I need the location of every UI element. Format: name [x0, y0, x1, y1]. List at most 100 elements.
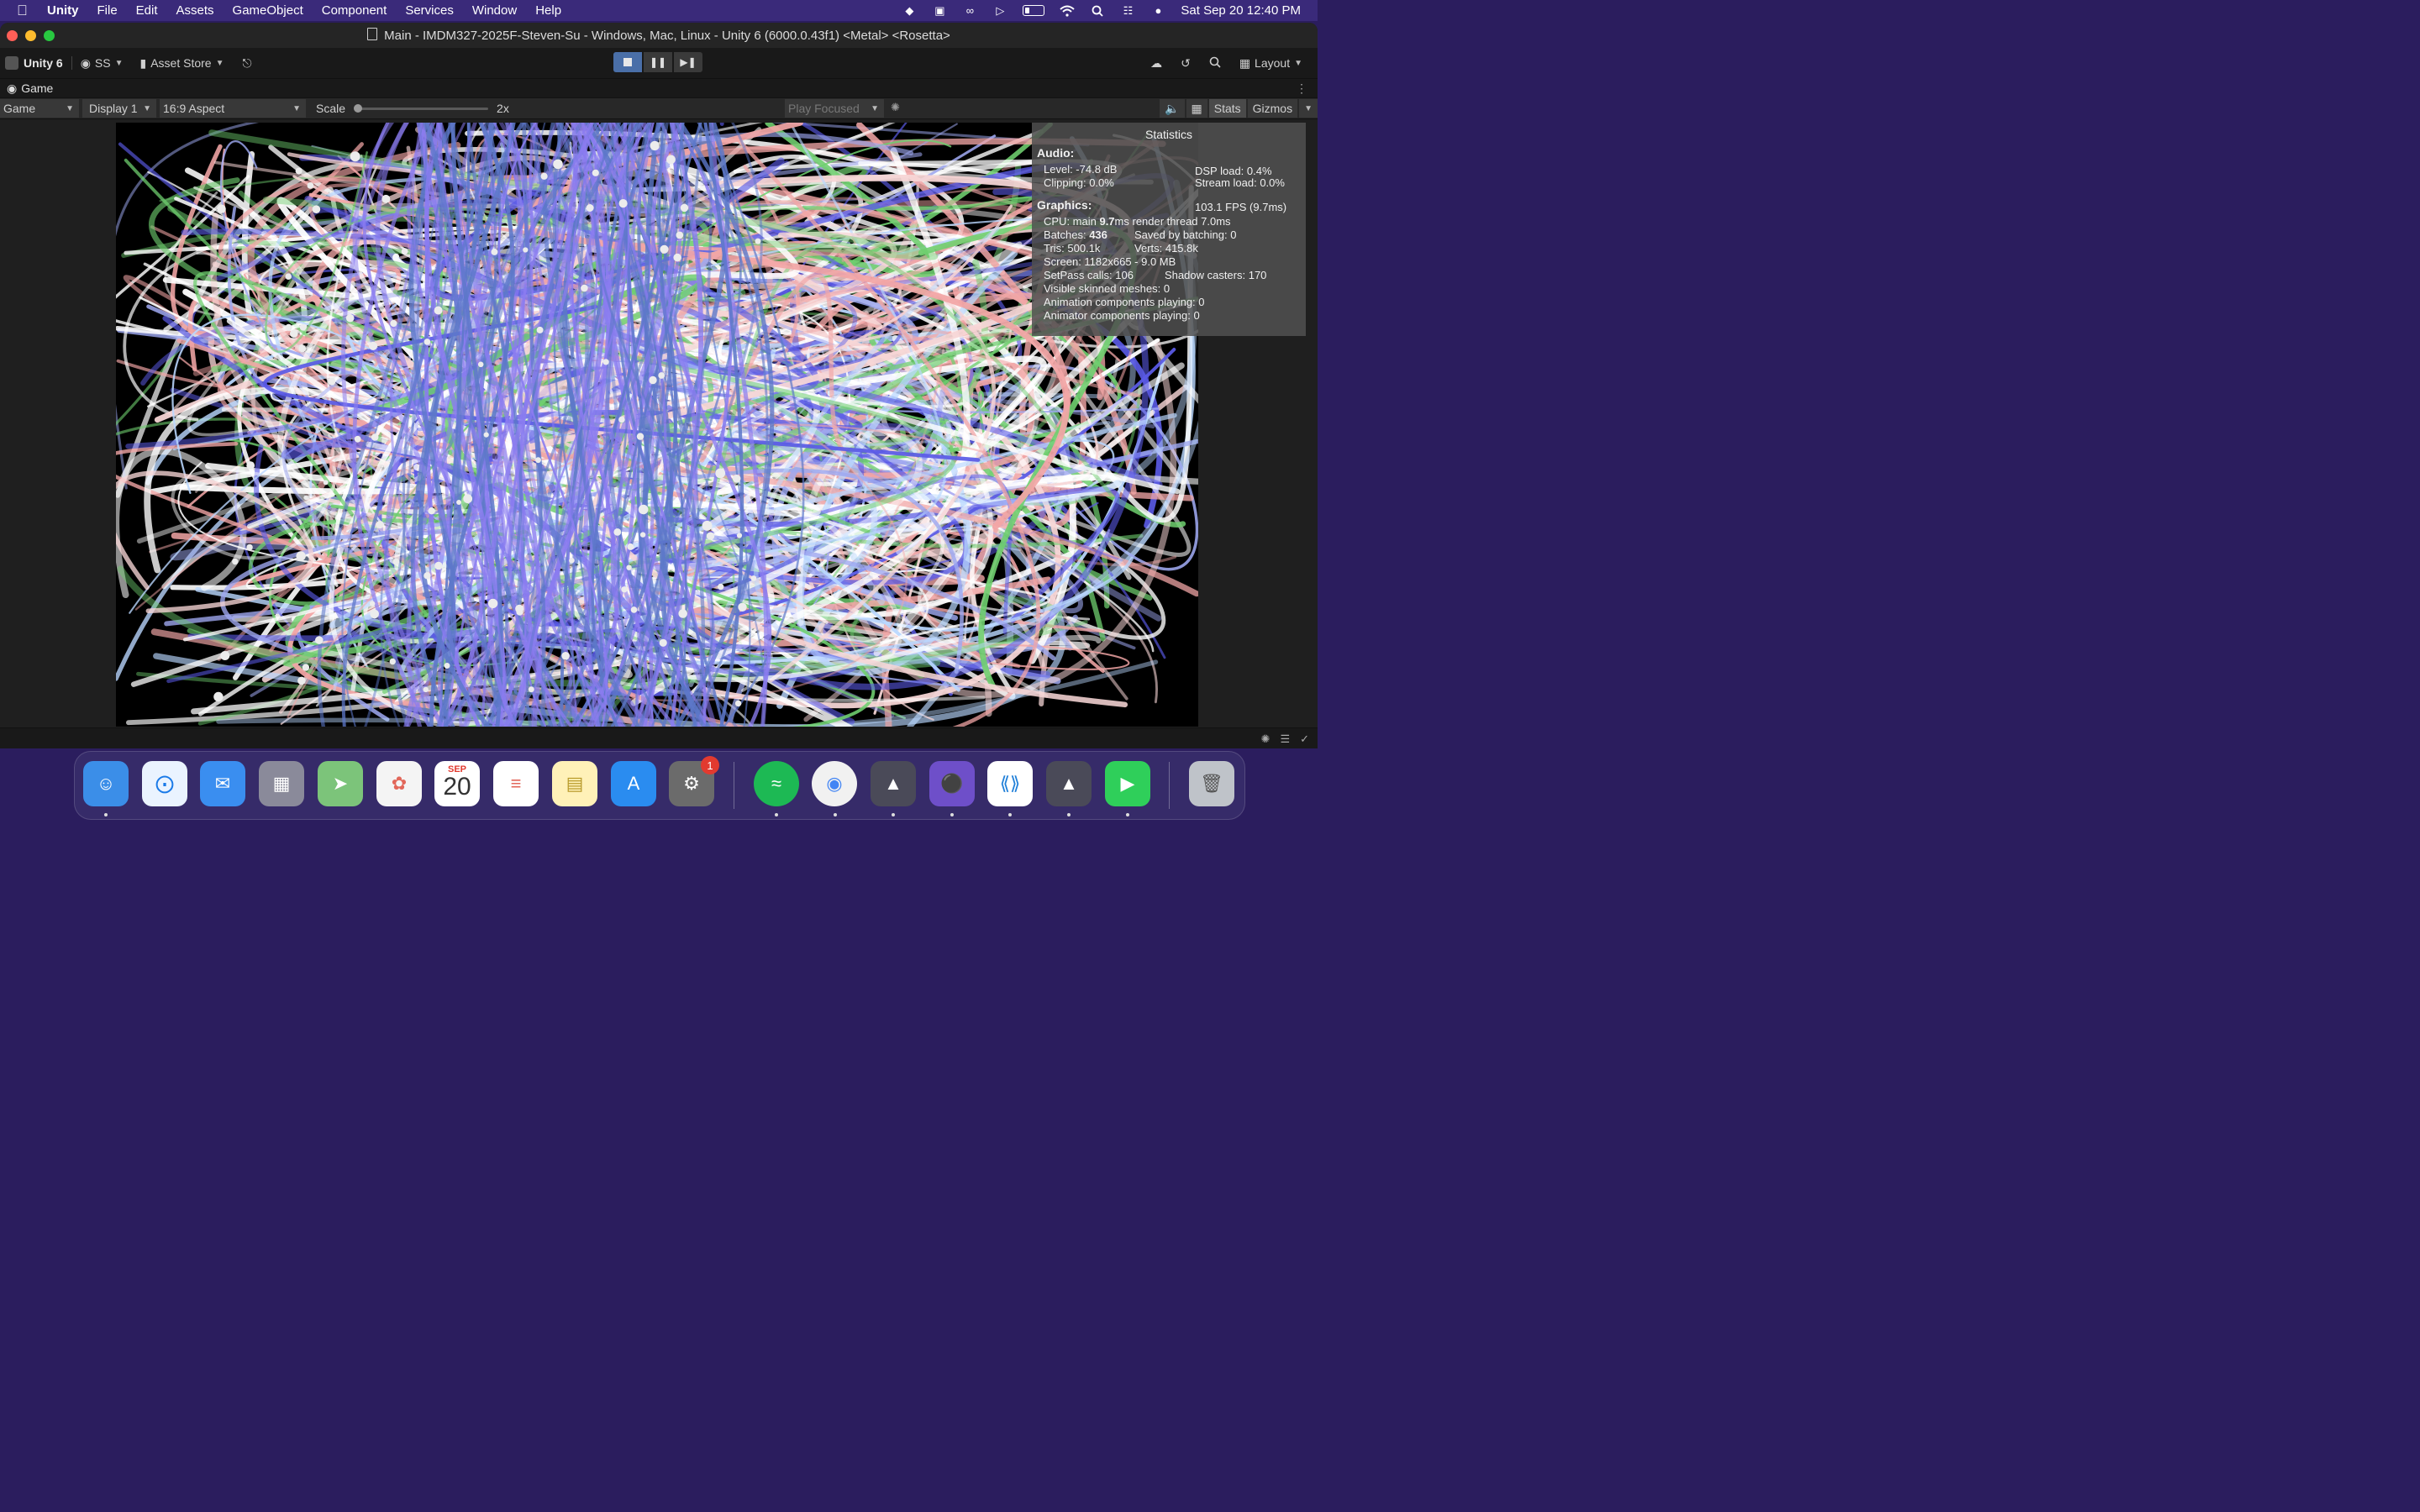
- stop-button[interactable]: [613, 52, 642, 72]
- batches-prefix: Batches:: [1044, 228, 1090, 241]
- step-button[interactable]: ▶❚: [674, 52, 702, 72]
- menu-help[interactable]: Help: [535, 3, 561, 18]
- grid-icon[interactable]: ▦: [1186, 99, 1207, 118]
- vscode-icon[interactable]: ⟪⟫: [987, 761, 1033, 806]
- safari-icon[interactable]: ⨀: [142, 761, 187, 806]
- more-options-icon[interactable]: ⋮: [1296, 81, 1307, 96]
- trash-icon[interactable]: 🗑: [1189, 761, 1234, 806]
- screen-tray-icon[interactable]: ▣: [932, 4, 947, 17]
- cloud-icon[interactable]: ☁: [1150, 56, 1162, 71]
- scale-slider-handle[interactable]: [354, 103, 363, 113]
- debug-mode-icon[interactable]: ✺: [1261, 732, 1270, 746]
- account-dropdown[interactable]: ◉ SS ▼: [81, 56, 124, 71]
- menu-app-name[interactable]: Unity: [47, 3, 79, 18]
- mute-audio-icon[interactable]: 🔈: [1160, 99, 1185, 118]
- display-select-value: Display 1: [89, 102, 138, 115]
- chevron-down-icon: ▼: [114, 58, 124, 68]
- aspect-select[interactable]: 16:9 Aspect ▼: [160, 99, 306, 118]
- dock-divider: [1169, 762, 1170, 809]
- chevron-down-icon: ▼: [1304, 103, 1313, 113]
- stats-button[interactable]: Stats: [1208, 99, 1246, 118]
- layout-dropdown[interactable]: ▦ Layout ▼: [1239, 56, 1302, 71]
- battery-icon[interactable]: [1023, 5, 1045, 16]
- apple-menu-icon[interactable]: : [17, 3, 32, 19]
- app-store-icon[interactable]: A: [611, 761, 656, 806]
- unity-version-badge[interactable]: Unity 6: [5, 56, 63, 70]
- spotify-icon[interactable]: ≈: [754, 761, 799, 806]
- facetime-icon[interactable]: ▶: [1105, 761, 1150, 806]
- menu-edit[interactable]: Edit: [136, 3, 158, 18]
- notes-icon[interactable]: ▤: [552, 761, 597, 806]
- system-settings-icon[interactable]: ⚙ 1: [669, 756, 719, 806]
- unity-version-label: Unity 6: [24, 56, 63, 70]
- search-icon[interactable]: [1090, 5, 1105, 17]
- scale-slider[interactable]: [354, 103, 489, 113]
- photos-icon[interactable]: ✿: [376, 761, 422, 806]
- layout-icon: ▦: [1239, 55, 1251, 70]
- wifi-icon[interactable]: [1060, 5, 1076, 17]
- minimize-window-button[interactable]: [25, 30, 36, 41]
- macos-menubar:  Unity File Edit Assets GameObject Comp…: [0, 0, 1318, 21]
- screen-info: Screen: 1182x665 - 9.0 MB: [1044, 255, 1176, 268]
- animator-components: Animator components playing: 0: [1044, 309, 1200, 322]
- calendar-day: 20: [443, 773, 471, 801]
- chrome-icon[interactable]: ◉: [812, 761, 857, 806]
- running-indicator: [775, 813, 778, 816]
- launchpad-icon[interactable]: ▦: [259, 761, 304, 806]
- version-control-icon[interactable]: ⎋: [243, 56, 252, 71]
- play-focused-select[interactable]: Play Focused ▼: [785, 99, 884, 118]
- scale-label: Scale: [316, 102, 346, 115]
- display-select[interactable]: Display 1 ▼: [82, 99, 156, 118]
- menu-assets[interactable]: Assets: [176, 3, 214, 18]
- search-icon[interactable]: [1209, 56, 1221, 71]
- menu-services[interactable]: Services: [405, 3, 454, 18]
- check-circle-icon[interactable]: ✓: [1300, 732, 1309, 746]
- document-icon: [367, 28, 378, 40]
- unity-hub-icon[interactable]: ▲: [871, 761, 916, 806]
- asset-store-dropdown[interactable]: ▮ Asset Store ▼: [140, 56, 224, 71]
- play-controls: ❚❚ ▶❚: [613, 52, 702, 72]
- github-desktop-icon[interactable]: ⚫: [929, 761, 975, 806]
- finder-icon[interactable]: ☺: [83, 761, 129, 806]
- control-center-icon[interactable]: ☷: [1120, 4, 1135, 17]
- siri-icon[interactable]: ●: [1150, 4, 1165, 17]
- menu-window[interactable]: Window: [472, 3, 517, 18]
- calendar-icon[interactable]: SEP 20: [434, 761, 480, 806]
- layers-icon[interactable]: ☰: [1280, 732, 1290, 746]
- creative-cloud-icon[interactable]: ∞: [962, 4, 977, 17]
- statistics-panel: Statistics Audio: Level: -74.8 dB DSP loa…: [1032, 123, 1306, 336]
- bug-icon[interactable]: ✺: [891, 101, 904, 114]
- pause-button[interactable]: ❚❚: [644, 52, 672, 72]
- menu-component[interactable]: Component: [322, 3, 387, 18]
- layout-label: Layout: [1255, 56, 1291, 70]
- play-circle-icon[interactable]: ▷: [992, 4, 1007, 17]
- account-label: SS: [94, 56, 111, 70]
- gizmos-dropdown[interactable]: ▼: [1299, 99, 1318, 118]
- cpu-prefix: CPU: main: [1044, 215, 1100, 228]
- view-select[interactable]: Game ▼: [0, 99, 79, 118]
- tab-game[interactable]: ◉ Game: [7, 81, 53, 96]
- mail-icon[interactable]: ✉: [200, 761, 245, 806]
- menubar-clock[interactable]: Sat Sep 20 12:40 PM: [1181, 3, 1301, 18]
- cpu-main-value: 9.7: [1099, 215, 1115, 228]
- gizmos-button[interactable]: Gizmos: [1247, 99, 1298, 118]
- history-icon[interactable]: ↺: [1181, 56, 1191, 71]
- asset-store-label: Asset Store: [150, 56, 212, 70]
- window-title: Main - IMDM327-2025F-Steven-Su - Windows…: [0, 28, 1318, 43]
- reminders-icon[interactable]: ≡: [493, 761, 539, 806]
- menu-gameobject[interactable]: GameObject: [233, 3, 303, 18]
- zoom-window-button[interactable]: [44, 30, 55, 41]
- running-indicator: [892, 813, 895, 816]
- running-indicator: [950, 813, 954, 816]
- verts-count: Verts: 415.8k: [1134, 242, 1198, 255]
- running-indicator: [104, 813, 108, 816]
- close-window-button[interactable]: [7, 30, 18, 41]
- setpass-calls: SetPass calls: 106: [1044, 269, 1134, 281]
- menu-file[interactable]: File: [97, 3, 118, 18]
- traffic-lights: [7, 30, 55, 41]
- chevron-down-icon: ▼: [66, 103, 74, 113]
- chevron-down-icon: ▼: [143, 103, 151, 113]
- unity-6-icon[interactable]: ▲: [1046, 761, 1092, 806]
- maps-icon[interactable]: ➤: [318, 761, 363, 806]
- unity-tray-icon[interactable]: ◆: [902, 4, 917, 17]
